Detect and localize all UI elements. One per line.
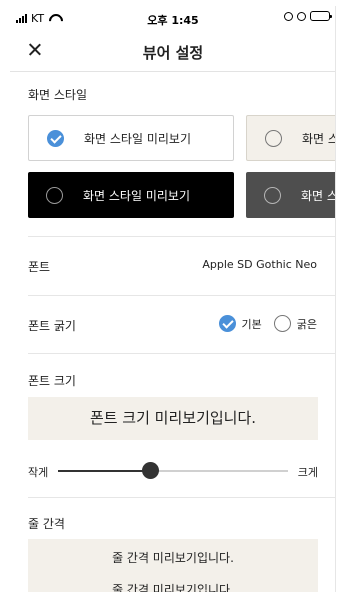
checked-radio-icon <box>47 129 64 147</box>
style-option-white[interactable]: 화면 스타일 미리보기 <box>28 115 234 161</box>
weight-option-bold[interactable]: 굵은 <box>273 315 317 332</box>
font-weight-label: 폰트 굵기 <box>28 319 76 333</box>
style-option-label: 화면 스타일 미리보기 <box>83 188 190 203</box>
checked-radio-icon <box>218 315 236 332</box>
line-spacing-preview-line: 줄 간격 미리보기입니다. <box>112 583 234 592</box>
font-select[interactable]: Apple SD Gothic Neo <box>202 258 317 271</box>
slider-track-fill <box>58 470 150 472</box>
radio-icon <box>264 186 281 204</box>
style-option-beige[interactable]: 화면 스 <box>246 115 336 161</box>
header: 뷰어 설정 <box>10 30 335 72</box>
divider <box>28 353 335 354</box>
rotation-lock-icon <box>284 11 293 21</box>
font-weight-options: 기본 굵은 <box>207 315 317 332</box>
style-option-label: 화면 스타일 미리보기 <box>84 131 191 146</box>
slider-thumb[interactable] <box>142 462 159 479</box>
style-option-gray[interactable]: 화면 스 <box>246 172 336 218</box>
radio-icon <box>46 186 63 204</box>
alarm-icon <box>297 11 306 21</box>
slider-max-label: 크게 <box>297 466 318 479</box>
screen-style-label: 화면 스타일 <box>28 88 88 102</box>
font-size-slider[interactable]: 작게 크게 <box>28 459 318 483</box>
battery-icon <box>310 11 332 21</box>
font-label: 폰트 <box>28 260 51 274</box>
font-size-preview: 폰트 크기 미리보기입니다. <box>28 397 318 440</box>
line-spacing-preview-line: 줄 간격 미리보기입니다. <box>112 551 234 565</box>
viewer-settings-screen: KT 오후 1:45 뷰어 설정 화면 스타일 화면 스타일 미리보기 화면 스… <box>10 6 336 592</box>
status-bar: KT 오후 1:45 <box>10 6 335 30</box>
slider-min-label: 작게 <box>28 466 49 479</box>
divider <box>28 295 335 296</box>
style-option-label: 화면 스 <box>302 131 336 146</box>
style-option-black[interactable]: 화면 스타일 미리보기 <box>28 172 234 218</box>
weight-option-label: 굵은 <box>296 317 317 331</box>
radio-icon <box>265 129 282 147</box>
status-right <box>284 11 332 21</box>
divider <box>28 497 335 498</box>
style-option-label: 화면 스 <box>301 188 336 203</box>
weight-option-normal[interactable]: 기본 <box>218 315 262 332</box>
line-spacing-label: 줄 간격 <box>28 517 65 531</box>
divider <box>28 236 335 237</box>
line-spacing-preview: 줄 간격 미리보기입니다. 줄 간격 미리보기입니다. <box>28 539 318 592</box>
page-title: 뷰어 설정 <box>142 44 204 62</box>
radio-icon <box>273 315 291 332</box>
weight-option-label: 기본 <box>241 317 262 331</box>
font-size-label: 폰트 크기 <box>28 374 76 388</box>
